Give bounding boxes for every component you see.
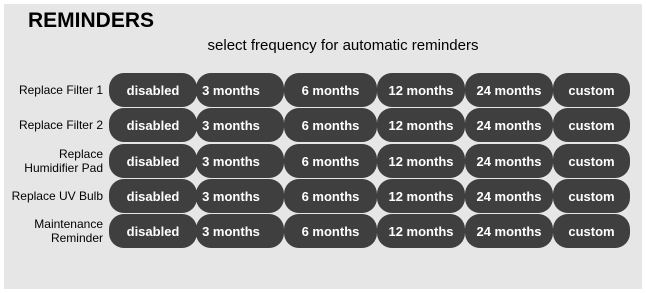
- custom-button[interactable]: custom: [553, 144, 630, 178]
- 6-months-button[interactable]: 6 months: [284, 108, 377, 142]
- disabled-button[interactable]: disabled: [109, 108, 197, 142]
- disabled-button[interactable]: disabled: [109, 144, 197, 178]
- 24-months-button[interactable]: 24 months: [465, 144, 553, 178]
- 6-months-button[interactable]: 6 months: [284, 214, 377, 248]
- custom-button[interactable]: custom: [553, 214, 630, 248]
- reminder-row-filter-1: Replace Filter 1 disabled 3 months 6 months…: [0, 73, 646, 107]
- 12-months-button[interactable]: 12 months: [377, 214, 465, 248]
- 24-months-button[interactable]: 24 months: [465, 179, 553, 213]
- 3-months-button[interactable]: 3 months: [196, 179, 284, 213]
- reminder-row-maintenance: Maintenance Reminder disabled 3 months 6 mo…: [0, 214, 646, 248]
- reminder-label: Replace Filter 2: [18, 118, 103, 132]
- reminder-row-humidifier-pad: Replace Humidifier Pad disabled 3 months 6 …: [0, 144, 646, 178]
- 12-months-button[interactable]: 12 months: [377, 144, 465, 178]
- disabled-button[interactable]: disabled: [109, 179, 197, 213]
- reminder-label: Replace Filter 1: [18, 83, 103, 97]
- 24-months-button[interactable]: 24 months: [465, 73, 553, 107]
- reminder-label: Replace Humidifier Pad: [24, 147, 103, 175]
- 24-months-button[interactable]: 24 months: [465, 108, 553, 142]
- 12-months-button[interactable]: 12 months: [377, 73, 465, 107]
- 3-months-button[interactable]: 3 months: [196, 108, 284, 142]
- disabled-button[interactable]: disabled: [109, 73, 197, 107]
- custom-button[interactable]: custom: [553, 108, 630, 142]
- disabled-button[interactable]: disabled: [109, 214, 197, 248]
- custom-button[interactable]: custom: [553, 179, 630, 213]
- 3-months-button[interactable]: 3 months: [196, 214, 284, 248]
- 12-months-button[interactable]: 12 months: [377, 108, 465, 142]
- page-subtitle: select frequency for automatic reminders: [207, 37, 479, 54]
- 3-months-button[interactable]: 3 months: [196, 144, 284, 178]
- reminder-row-filter-2: Replace Filter 2 disabled 3 months 6 months…: [0, 108, 646, 142]
- reminder-label: Replace UV Bulb: [11, 189, 103, 203]
- reminder-row-uv-bulb: Replace UV Bulb disabled 3 months 6 months 1…: [0, 179, 646, 213]
- page-title: REMINDERS: [28, 9, 155, 32]
- reminder-label: Maintenance Reminder: [34, 217, 103, 245]
- 12-months-button[interactable]: 12 months: [377, 179, 465, 213]
- 24-months-button[interactable]: 24 months: [465, 214, 553, 248]
- 6-months-button[interactable]: 6 months: [284, 73, 377, 107]
- 6-months-button[interactable]: 6 months: [284, 179, 377, 213]
- 6-months-button[interactable]: 6 months: [284, 144, 377, 178]
- 3-months-button[interactable]: 3 months: [196, 73, 284, 107]
- custom-button[interactable]: custom: [553, 73, 630, 107]
